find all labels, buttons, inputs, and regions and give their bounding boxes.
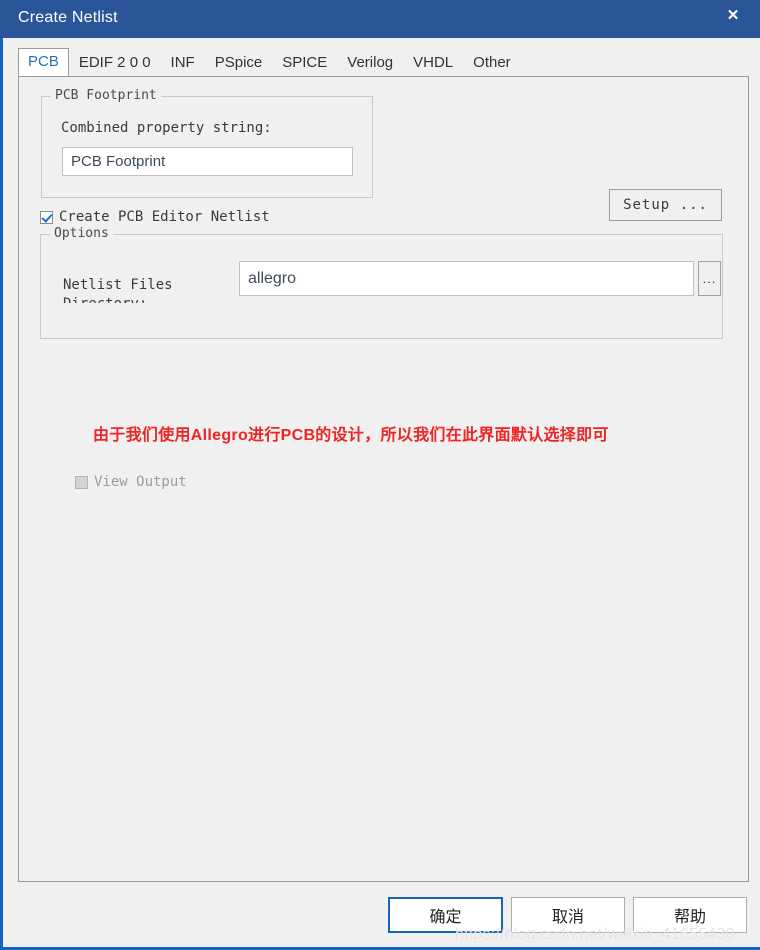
- title-bar: Create Netlist ✕: [0, 0, 760, 38]
- tab-other[interactable]: Other: [463, 49, 521, 77]
- tab-pcb[interactable]: PCB: [18, 48, 69, 77]
- pcb-footprint-group: PCB Footprint Combined property string: …: [41, 88, 373, 198]
- options-group-legend: Options: [50, 226, 113, 241]
- tab-spice[interactable]: SPICE: [272, 49, 337, 77]
- create-pcb-editor-netlist-checkbox[interactable]: Create PCB Editor Netlist: [40, 209, 270, 225]
- tab-edif200[interactable]: EDIF 2 0 0: [69, 49, 161, 77]
- tab-inf[interactable]: INF: [161, 49, 205, 77]
- create-pcb-editor-netlist-label: Create PCB Editor Netlist: [59, 209, 270, 225]
- view-output-checkbox[interactable]: View Output: [75, 474, 187, 490]
- pcb-footprint-group-legend: PCB Footprint: [51, 88, 161, 103]
- checkbox-checked-icon: [40, 210, 53, 224]
- browse-ellipsis-button[interactable]: ...: [698, 261, 721, 296]
- tab-verilog[interactable]: Verilog: [337, 49, 403, 77]
- combined-property-string-label: Combined property string:: [61, 120, 272, 136]
- pcb-tab-panel: PCB Footprint Combined property string: …: [18, 76, 749, 882]
- tab-vhdl[interactable]: VHDL: [403, 49, 463, 77]
- netlist-files-directory-label: Netlist Files Directory:: [63, 277, 173, 303]
- tab-pspice[interactable]: PSpice: [205, 49, 273, 77]
- close-icon[interactable]: ✕: [710, 0, 756, 30]
- options-group: Options Netlist Files Directory: allegro…: [40, 226, 723, 490]
- checkbox-unchecked-icon: [75, 475, 88, 489]
- tab-strip: PCB EDIF 2 0 0 INF PSpice SPICE Verilog …: [18, 48, 749, 77]
- create-netlist-dialog: Create Netlist ✕ PCB EDIF 2 0 0 INF PSpi…: [0, 0, 760, 950]
- ok-button[interactable]: 确定: [388, 897, 503, 933]
- annotation-text: 由于我们使用Allegro进行PCB的设计，所以我们在此界面默认选择即可: [93, 427, 609, 444]
- help-button[interactable]: 帮助: [633, 897, 747, 933]
- cancel-button[interactable]: 取消: [511, 897, 625, 933]
- window-title: Create Netlist: [18, 9, 118, 26]
- combined-property-string-input[interactable]: PCB Footprint: [62, 147, 353, 176]
- netlist-files-directory-input[interactable]: allegro: [239, 261, 694, 296]
- setup-button[interactable]: Setup ...: [609, 189, 722, 221]
- view-output-label: View Output: [94, 474, 187, 490]
